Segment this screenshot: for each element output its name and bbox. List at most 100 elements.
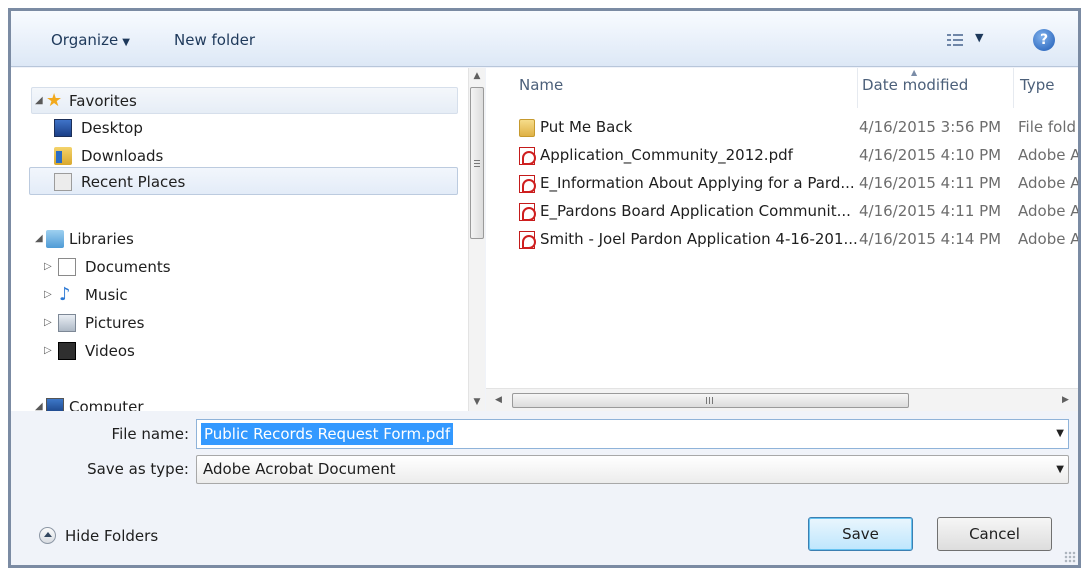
computer-icon [46, 398, 64, 411]
hide-folders-label: Hide Folders [65, 527, 159, 545]
file-date: 4/16/2015 4:11 PM [859, 174, 1002, 192]
new-folder-label: New folder [174, 31, 256, 49]
nav-vertical-scrollbar[interactable]: ▲ ▼ [468, 68, 485, 411]
scroll-thumb[interactable] [470, 87, 484, 239]
file-date: 4/16/2015 4:14 PM [859, 230, 1002, 248]
file-name: E_Pardons Board Application Communit... [540, 202, 851, 220]
scroll-right-icon[interactable]: ▶ [1057, 392, 1074, 409]
column-header-date-modified[interactable]: Date modified [862, 76, 968, 94]
file-date: 4/16/2015 4:11 PM [859, 202, 1002, 220]
nav-item-label: Pictures [85, 314, 145, 332]
file-row[interactable]: Application_Community_2012.pdf 4/16/2015… [486, 142, 1078, 170]
save-button[interactable]: Save [808, 517, 913, 551]
nav-group-computer[interactable]: ◢ Computer [11, 394, 451, 411]
file-row[interactable]: E_Pardons Board Application Communit... … [486, 198, 1078, 226]
column-divider[interactable] [857, 68, 858, 108]
file-row[interactable]: E_Information About Applying for a Pard.… [486, 170, 1078, 198]
pdf-icon [519, 203, 536, 221]
chevron-down-icon: ▼ [975, 31, 984, 44]
save-as-type-value: Adobe Acrobat Document [203, 460, 396, 478]
file-name: Application_Community_2012.pdf [540, 146, 793, 164]
grip-icon [474, 160, 480, 167]
new-folder-button[interactable]: New folder [174, 31, 255, 49]
nav-item-recent-places[interactable]: Recent Places [11, 169, 451, 195]
scroll-down-icon[interactable]: ▼ [469, 394, 485, 411]
desktop-icon [54, 119, 72, 137]
organize-label: Organize [51, 31, 119, 49]
nav-item-downloads[interactable]: Downloads [11, 143, 451, 169]
nav-group-label: Favorites [69, 92, 137, 110]
videos-icon [58, 342, 76, 360]
file-name-value[interactable]: Public Records Request Form.pdf [201, 423, 454, 445]
cancel-button[interactable]: Cancel [937, 517, 1052, 551]
command-bar: Organize ▼ New folder ▼ ? [11, 11, 1078, 67]
file-type: File fold [1018, 118, 1077, 136]
change-view-button[interactable]: ▼ [939, 29, 995, 51]
file-name-input[interactable]: Public Records Request Form.pdf ▼ [196, 419, 1069, 449]
documents-icon [58, 258, 76, 276]
folder-icon [519, 119, 535, 137]
scroll-thumb[interactable] [512, 393, 909, 408]
nav-item-label: Recent Places [81, 173, 186, 191]
column-header-name[interactable]: Name [519, 76, 563, 94]
file-date: 4/16/2015 3:56 PM [859, 118, 1002, 136]
star-icon: ★ [46, 90, 63, 111]
file-name: Smith - Joel Pardon Application 4-16-201… [540, 230, 858, 248]
file-row[interactable]: Put Me Back 4/16/2015 3:56 PM File fold [486, 114, 1078, 142]
nav-item-documents[interactable]: ▷ Documents [11, 254, 451, 280]
nav-item-label: Desktop [81, 119, 143, 137]
collapse-icon [39, 527, 56, 544]
pdf-icon [519, 147, 536, 165]
chevron-down-icon[interactable]: ▼ [1056, 420, 1064, 448]
file-row[interactable]: Smith - Joel Pardon Application 4-16-201… [486, 226, 1078, 254]
collapsed-arrow-icon: ▷ [44, 261, 52, 272]
nav-group-label: Libraries [69, 230, 134, 248]
save-as-type-label: Save as type: [87, 460, 189, 478]
save-as-dialog: Organize ▼ New folder ▼ ? ◢ ★ Favorites D… [8, 8, 1081, 568]
column-divider[interactable] [1013, 68, 1014, 108]
file-type: Adobe A [1018, 230, 1078, 248]
pictures-icon [58, 314, 76, 332]
file-type: Adobe A [1018, 174, 1078, 192]
scroll-left-icon[interactable]: ◀ [490, 392, 507, 409]
collapsed-arrow-icon: ▷ [44, 345, 52, 356]
file-date: 4/16/2015 4:10 PM [859, 146, 1002, 164]
nav-item-label: Downloads [81, 147, 164, 165]
nav-item-music[interactable]: ▷ ♪ Music [11, 282, 451, 308]
nav-item-videos[interactable]: ▷ Videos [11, 338, 451, 364]
scroll-up-icon[interactable]: ▲ [469, 68, 485, 85]
save-as-type-select[interactable]: Adobe Acrobat Document ▼ [196, 455, 1069, 484]
grip-icon [706, 397, 713, 404]
nav-group-favorites[interactable]: ◢ ★ Favorites [11, 88, 451, 114]
downloads-icon [54, 147, 72, 165]
nav-item-label: Videos [85, 342, 135, 360]
navigation-pane: ◢ ★ Favorites Desktop Downloads Recent P… [11, 68, 468, 411]
file-list-horizontal-scrollbar[interactable]: ◀ ▶ [486, 388, 1078, 411]
music-icon: ♪ [59, 284, 71, 305]
libraries-icon [46, 230, 64, 248]
pdf-icon [519, 231, 536, 249]
recent-places-icon [54, 173, 72, 191]
nav-item-desktop[interactable]: Desktop [11, 115, 451, 141]
file-name: E_Information About Applying for a Pard.… [540, 174, 855, 192]
file-list: ▲ Name Date modified Type Put Me Back 4/… [486, 68, 1078, 388]
help-button[interactable]: ? [1033, 29, 1055, 51]
organize-button[interactable]: Organize ▼ [51, 31, 130, 49]
file-name-label: File name: [111, 425, 189, 443]
nav-item-pictures[interactable]: ▷ Pictures [11, 310, 451, 336]
nav-item-label: Music [85, 286, 128, 304]
chevron-down-icon[interactable]: ▼ [1056, 456, 1064, 484]
pdf-icon [519, 175, 536, 193]
collapsed-arrow-icon: ▷ [44, 289, 52, 300]
column-header-type[interactable]: Type [1020, 76, 1054, 94]
help-icon: ? [1039, 32, 1049, 48]
chevron-down-icon: ▼ [122, 37, 130, 48]
details-view-icon [947, 33, 963, 47]
file-name: Put Me Back [540, 118, 633, 136]
nav-group-libraries[interactable]: ◢ Libraries [11, 226, 451, 252]
file-type: Adobe A [1018, 146, 1078, 164]
resize-grip-icon[interactable] [1064, 551, 1076, 563]
collapsed-arrow-icon: ▷ [44, 317, 52, 328]
file-type: Adobe A [1018, 202, 1078, 220]
nav-group-label: Computer [69, 398, 144, 411]
